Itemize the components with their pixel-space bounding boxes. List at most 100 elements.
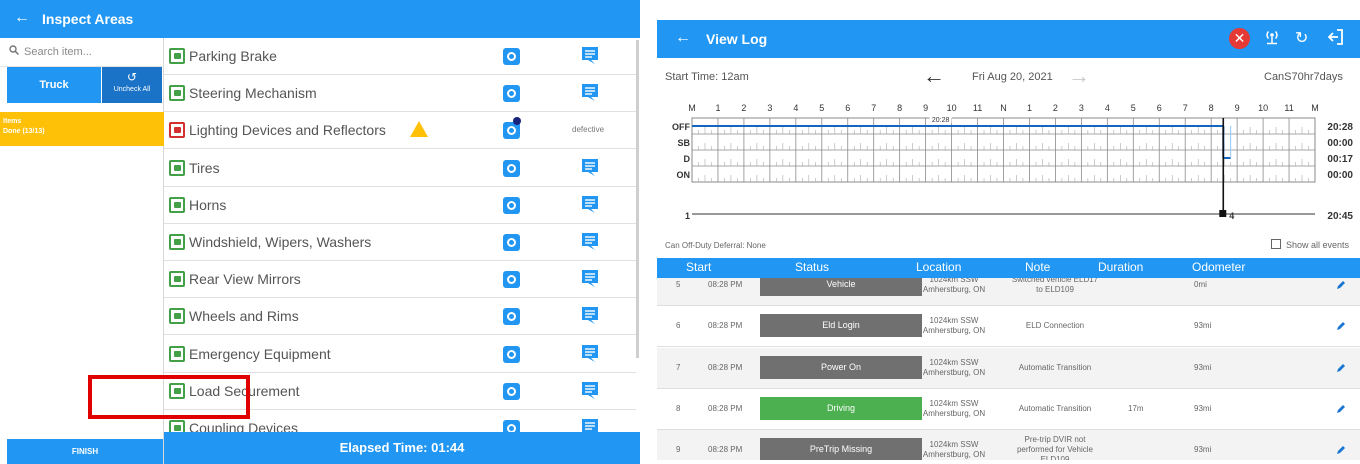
pencil-icon[interactable] [1336,445,1346,455]
camera-icon[interactable] [503,345,520,363]
event-start-time: 08:28 PM [708,280,743,289]
camera-icon[interactable] [503,382,520,400]
hour-label: 4 [793,103,798,113]
camera-icon[interactable] [503,271,520,289]
event-number: 5 [676,280,681,289]
column-odometer: Odometer [1192,260,1246,274]
pencil-icon[interactable] [1336,404,1346,414]
comment-icon[interactable] [581,418,599,432]
camera-icon[interactable] [503,159,520,177]
thumb-up-icon[interactable] [169,420,185,432]
comment-icon[interactable] [581,46,599,65]
inspect-area-row[interactable]: Tires [164,150,636,187]
hour-label: 9 [1235,103,1240,113]
column-status: Status [795,260,830,274]
logout-icon[interactable] [1327,28,1345,51]
search-input[interactable]: Search item... [0,38,164,67]
thumb-up-icon[interactable] [169,196,185,213]
camera-icon[interactable] [503,85,520,103]
status-badge: Driving [760,397,922,420]
inspect-area-row[interactable]: Lighting Devices and Reflectors defective [164,112,636,150]
thumb-up-icon[interactable] [169,48,185,64]
comment-icon[interactable] [581,269,599,288]
log-event-row[interactable]: 6 08:28 PM Eld Login 1024km SSW Amherstburg,… [657,306,1360,347]
view-log-screen: ← View Log ✕ ↻ Start Time: 12am ← Fri Au… [657,20,1360,460]
duty-status-total: 20:28 [1327,122,1353,133]
finish-button[interactable]: FINISH [7,439,163,464]
inspect-area-row[interactable]: Steering Mechanism [164,75,636,113]
back-arrow-icon[interactable]: ← [14,9,30,27]
inspect-area-row[interactable]: Wheels and Rims [164,298,636,336]
items-group[interactable]: Items Done (13/13) [0,112,164,146]
location-line: Amherstburg, ON [922,368,986,377]
note-line: Switched vehicle ELD17 [1011,278,1099,284]
comment-icon[interactable] [581,306,599,325]
thumb-up-icon[interactable] [169,271,185,288]
log-header: ← View Log ✕ ↻ [657,20,1360,58]
note-line: Automatic Transition [1018,404,1092,413]
comment-icon[interactable] [581,344,599,363]
log-event-row[interactable]: 9 08:28 PM PreTrip Missing 1024km SSW Amhers… [657,430,1360,460]
duty-status-label: D [684,154,691,164]
show-all-label: Show all events [1286,240,1350,250]
thumb-up-icon[interactable] [169,85,185,102]
event-odometer: 93mi [1194,404,1212,413]
event-odometer: 0mi [1194,280,1207,289]
note-line: to ELD109 [1036,285,1074,294]
camera-icon[interactable] [503,48,520,65]
comment-icon[interactable] [581,158,599,177]
camera-icon[interactable] [503,196,520,214]
close-icon[interactable]: ✕ [1229,28,1250,49]
checkbox-icon[interactable] [1271,239,1281,249]
comment-icon[interactable] [581,232,599,251]
items-title: Items [3,118,22,125]
thumb-up-icon[interactable] [169,159,185,176]
pencil-icon[interactable] [1336,280,1346,290]
inspect-area-label: Emergency Equipment [189,345,331,362]
hour-label: 11 [973,103,982,113]
comment-icon[interactable] [581,381,599,400]
event-number: 8 [676,404,681,413]
thumb-up-icon[interactable] [169,345,185,362]
next-day-arrow-icon[interactable]: → [1068,63,1090,89]
event-time-label: 20:28 [932,117,950,124]
event-location: 1024km SSW Amherstburg, ON [914,358,994,378]
thumb-down-icon[interactable] [169,122,185,139]
undo-icon: ↺ [126,70,138,84]
pencil-icon[interactable] [1336,363,1346,373]
status-badge: Vehicle [760,278,922,296]
hour-label: 7 [871,103,876,113]
camera-icon[interactable] [503,420,520,432]
back-arrow-icon[interactable]: ← [675,29,691,47]
truck-tab[interactable]: Truck [7,67,101,103]
inspect-area-row[interactable]: Rear View Mirrors [164,261,636,299]
inspect-area-row[interactable]: Horns [164,187,636,224]
antenna-icon[interactable] [1263,28,1281,49]
inspect-area-label: Steering Mechanism [189,85,317,102]
thumb-up-icon[interactable] [169,308,185,325]
camera-icon[interactable] [503,308,520,326]
event-number: 6 [676,321,681,330]
inspect-area-row[interactable]: Parking Brake [164,38,636,75]
log-event-row[interactable]: 5 08:28 PM Vehicle 1024km SSW Amherstburg, O… [657,278,1360,306]
scrollbar[interactable] [636,40,639,358]
refresh-icon[interactable]: ↻ [1295,28,1308,48]
hour-label: 4 [1105,103,1110,113]
log-event-row[interactable]: 8 08:28 PM Driving 1024km SSW Amherstburg, O… [657,389,1360,430]
camera-icon[interactable] [503,234,520,251]
comment-icon[interactable] [581,83,599,102]
comment-icon[interactable] [581,195,599,214]
show-all-events-checkbox[interactable]: Show all events [1271,239,1349,250]
previous-day-arrow-icon[interactable]: ← [923,63,945,89]
elapsed-time-bar: Elapsed Time: 01:44 [164,432,640,464]
uncheck-all-button[interactable]: ↺ Uncheck All [102,67,162,103]
thumb-up-icon[interactable] [169,234,185,250]
page-title: View Log [706,31,768,47]
log-event-row[interactable]: 7 08:28 PM Power On 1024km SSW Amherstburg, … [657,348,1360,389]
defect-note[interactable]: defective [572,125,604,134]
pencil-icon[interactable] [1336,321,1346,331]
inspect-area-row[interactable]: Emergency Equipment [164,336,636,373]
inspect-area-label: Wheels and Rims [189,308,299,325]
items-status: Done (13/13) [3,128,45,135]
inspect-area-row[interactable]: Windshield, Wipers, Washers [164,224,636,261]
